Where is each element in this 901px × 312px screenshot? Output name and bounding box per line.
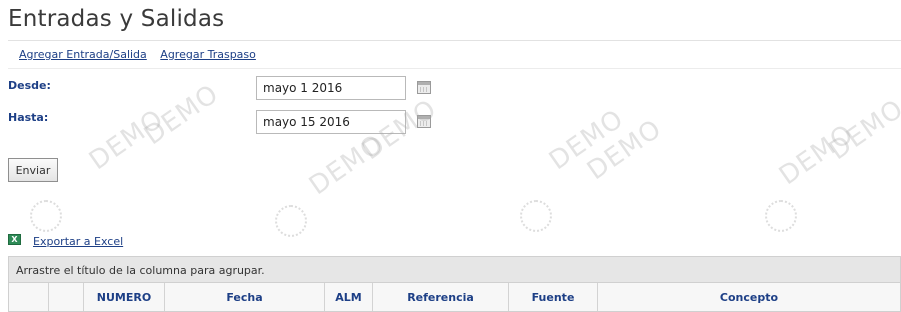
to-date-input[interactable] bbox=[256, 110, 406, 134]
submit-button[interactable]: Enviar bbox=[8, 158, 58, 182]
calendar-icon[interactable] bbox=[417, 115, 431, 128]
demo-watermark: DEMO bbox=[138, 78, 225, 152]
demo-watermark: DEMO bbox=[543, 103, 630, 177]
sun-watermark-icon bbox=[275, 205, 307, 237]
calendar-icon[interactable] bbox=[417, 81, 431, 94]
group-by-panel: Arrastre el título de la columna para ag… bbox=[8, 256, 901, 283]
grid-header-row: NUMERO Fecha ALM Referencia Fuente Conce… bbox=[8, 283, 901, 312]
column-header-alm[interactable]: ALM bbox=[325, 283, 373, 311]
export-excel-link[interactable]: Exportar a Excel bbox=[33, 235, 123, 248]
to-label: Hasta: bbox=[8, 111, 49, 124]
from-label: Desde: bbox=[8, 79, 51, 92]
demo-watermark: DEMO bbox=[581, 113, 668, 187]
column-header-blank[interactable] bbox=[49, 283, 84, 311]
column-header-referencia[interactable]: Referencia bbox=[373, 283, 509, 311]
demo-watermark: DEMO bbox=[823, 93, 901, 167]
add-transfer-link[interactable]: Agregar Traspaso bbox=[160, 48, 256, 61]
action-links: Agregar Entrada/Salida Agregar Traspaso bbox=[19, 48, 266, 61]
excel-icon[interactable]: X bbox=[8, 234, 21, 245]
demo-watermark: DEMO bbox=[303, 128, 390, 202]
demo-watermark: DEMO bbox=[83, 103, 170, 177]
column-header-blank[interactable] bbox=[9, 283, 49, 311]
column-header-fecha[interactable]: Fecha bbox=[165, 283, 325, 311]
sun-watermark-icon bbox=[30, 200, 62, 232]
sun-watermark-icon bbox=[765, 200, 797, 232]
links-divider bbox=[8, 68, 901, 69]
title-divider bbox=[8, 40, 901, 41]
column-header-numero[interactable]: NUMERO bbox=[84, 283, 165, 311]
from-date-input[interactable] bbox=[256, 76, 406, 100]
demo-watermark: DEMO bbox=[773, 118, 860, 192]
add-entry-link[interactable]: Agregar Entrada/Salida bbox=[19, 48, 147, 61]
sun-watermark-icon bbox=[520, 200, 552, 232]
page-title: Entradas y Salidas bbox=[8, 6, 225, 32]
column-header-concepto[interactable]: Concepto bbox=[598, 283, 900, 311]
column-header-fuente[interactable]: Fuente bbox=[509, 283, 598, 311]
